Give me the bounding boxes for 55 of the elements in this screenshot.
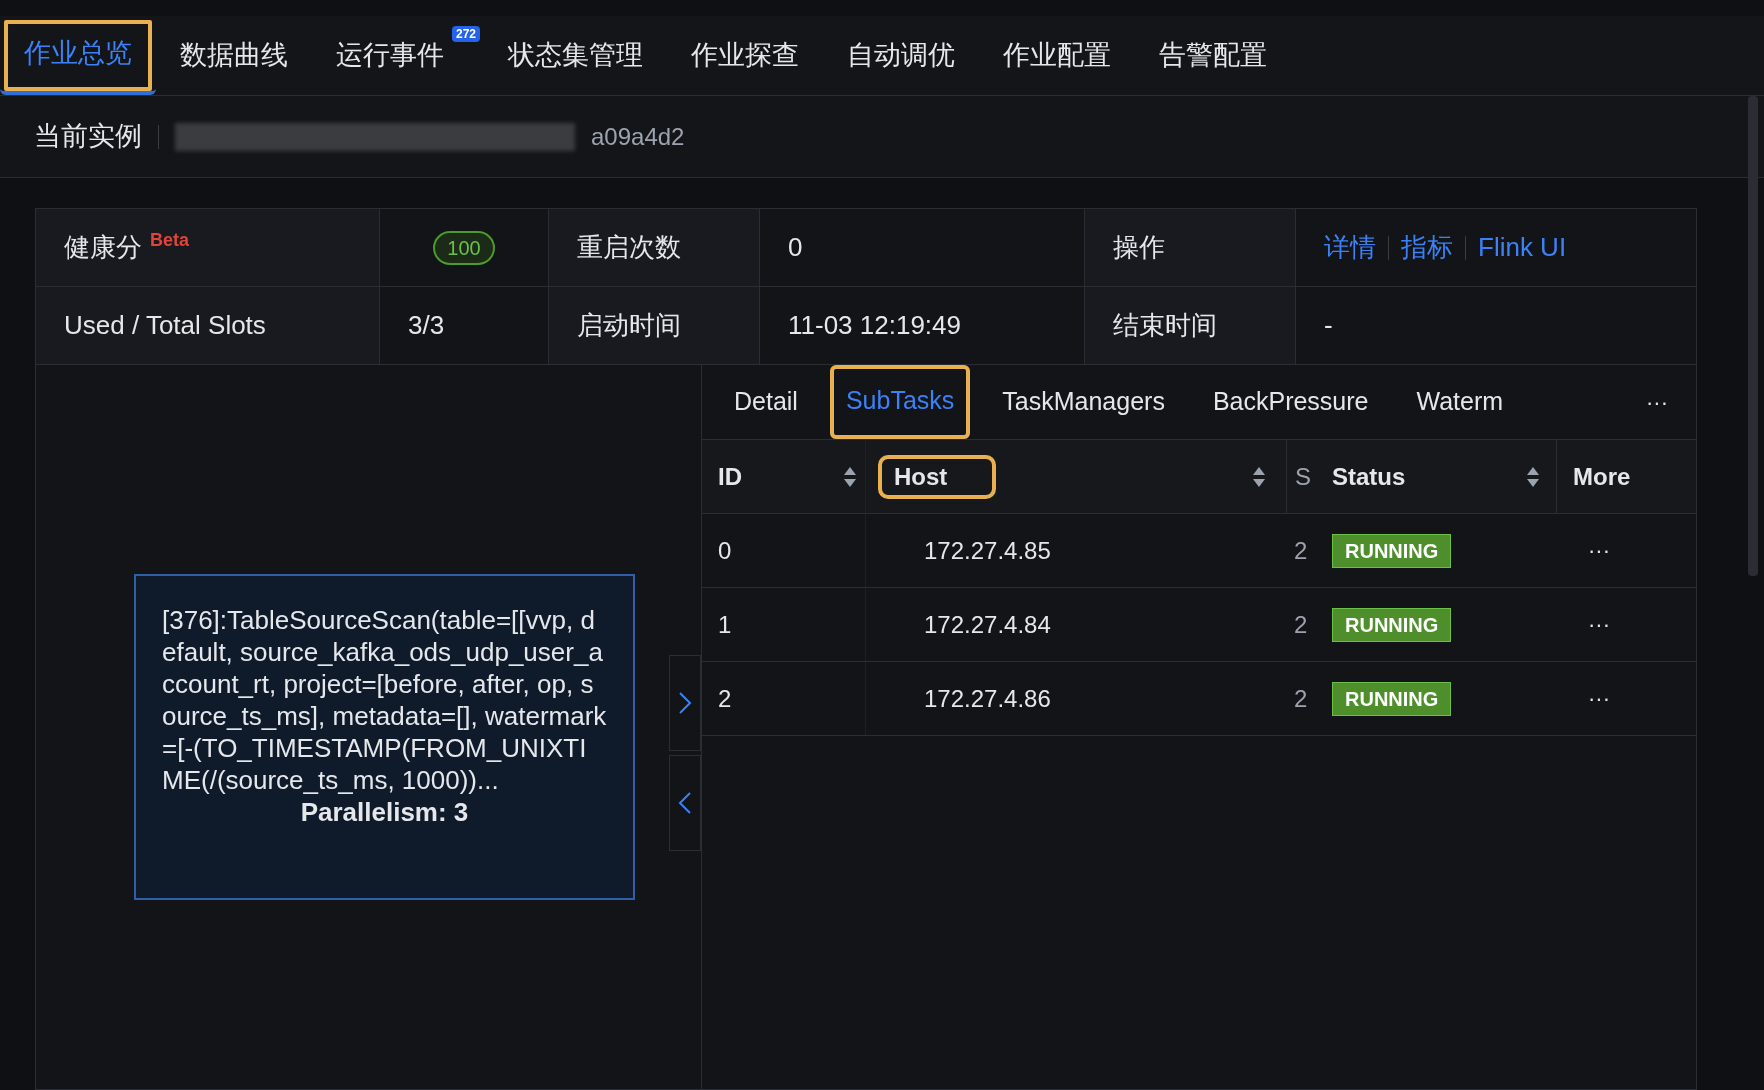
node-description: [376]:TableSourceScan(table=[[vvp, default, source_kafka_ods_udp_user_account_rt, project=[before, after, op, source_ts_ms], metadata=[], watermark=[-(TO_TIMESTAMP(FROM_UNIXTIME(/(source_ts_ms, 1000))... (162, 604, 607, 796)
status-badge: RUNNING (1332, 607, 1452, 642)
column-header: Status (1332, 461, 1406, 492)
score-badge: 100 (433, 230, 495, 265)
scrollbar-thumb[interactable] (1748, 96, 1758, 576)
nav-tab[interactable]: 作业探查 (667, 16, 823, 95)
more-button[interactable]: ··· (1588, 608, 1610, 641)
table-cell-text: 172.27.4.84 (924, 609, 1051, 640)
table-cell-text: 2 (718, 683, 732, 714)
nav-tab[interactable]: 状态集管理 (484, 16, 667, 95)
beta-tag: Beta (150, 227, 189, 254)
column-header: ID (718, 461, 742, 492)
restart-value: 0 (788, 231, 803, 264)
column-header: S (1295, 461, 1311, 492)
ops-label: 操作 (1113, 231, 1165, 264)
nav-tab[interactable]: 自动调优 (823, 16, 979, 95)
panel-tab[interactable]: TaskManagers (986, 365, 1181, 439)
table-cell-text: 2 (1294, 609, 1308, 640)
table-cell-text: 0 (718, 535, 732, 566)
column-header: More (1573, 461, 1631, 492)
panel-tab[interactable]: BackPressure (1196, 365, 1385, 439)
action-link[interactable]: 指标 (1401, 228, 1453, 267)
start-value: 11-03 12:19:49 (788, 309, 961, 342)
count-badge: 272 (451, 26, 480, 42)
more-button[interactable]: ··· (1588, 534, 1610, 567)
nav-tab[interactable]: 数据曲线 (156, 16, 312, 95)
table-cell-text: 172.27.4.85 (924, 535, 1051, 566)
action-link[interactable]: 详情 (1324, 228, 1376, 267)
nav-tab[interactable]: 告警配置 (1135, 16, 1291, 95)
nav-tab[interactable]: 作业配置 (979, 16, 1135, 95)
instance-id: a09a4d2 (591, 121, 685, 152)
more-button[interactable]: ··· (1588, 682, 1610, 715)
panel-tab[interactable]: Waterm (1400, 365, 1520, 439)
table-cell-text: 1 (718, 609, 732, 640)
table-cell-text: 172.27.4.86 (924, 683, 1051, 714)
table-cell-text: 2 (1294, 683, 1308, 714)
action-link[interactable]: Flink UI (1478, 228, 1567, 267)
end-value: - (1324, 309, 1333, 342)
operator-node[interactable] (134, 574, 635, 900)
table-cell-text: 2 (1294, 535, 1308, 566)
node-parallelism: Parallelism: 3 (299, 796, 470, 828)
status-badge: RUNNING (1332, 533, 1452, 568)
more-tabs-button[interactable]: ··· (1634, 365, 1680, 439)
health-label: 健康分 (64, 231, 142, 264)
instance-label: 当前实例 (34, 120, 142, 154)
panel-tab[interactable]: SubTasks (829, 365, 971, 439)
start-label: 启动时间 (577, 309, 681, 342)
nav-tab[interactable]: 作业总览 (0, 16, 156, 95)
status-badge: RUNNING (1332, 681, 1452, 716)
end-label: 结束时间 (1113, 309, 1217, 342)
nav-tab[interactable]: 运行事件 272 (312, 16, 484, 95)
panel-tab[interactable]: Detail (718, 365, 814, 439)
slots-label: Used / Total Slots (64, 309, 266, 342)
slots-value: 3/3 (408, 309, 445, 342)
restart-label: 重启次数 (577, 231, 681, 264)
